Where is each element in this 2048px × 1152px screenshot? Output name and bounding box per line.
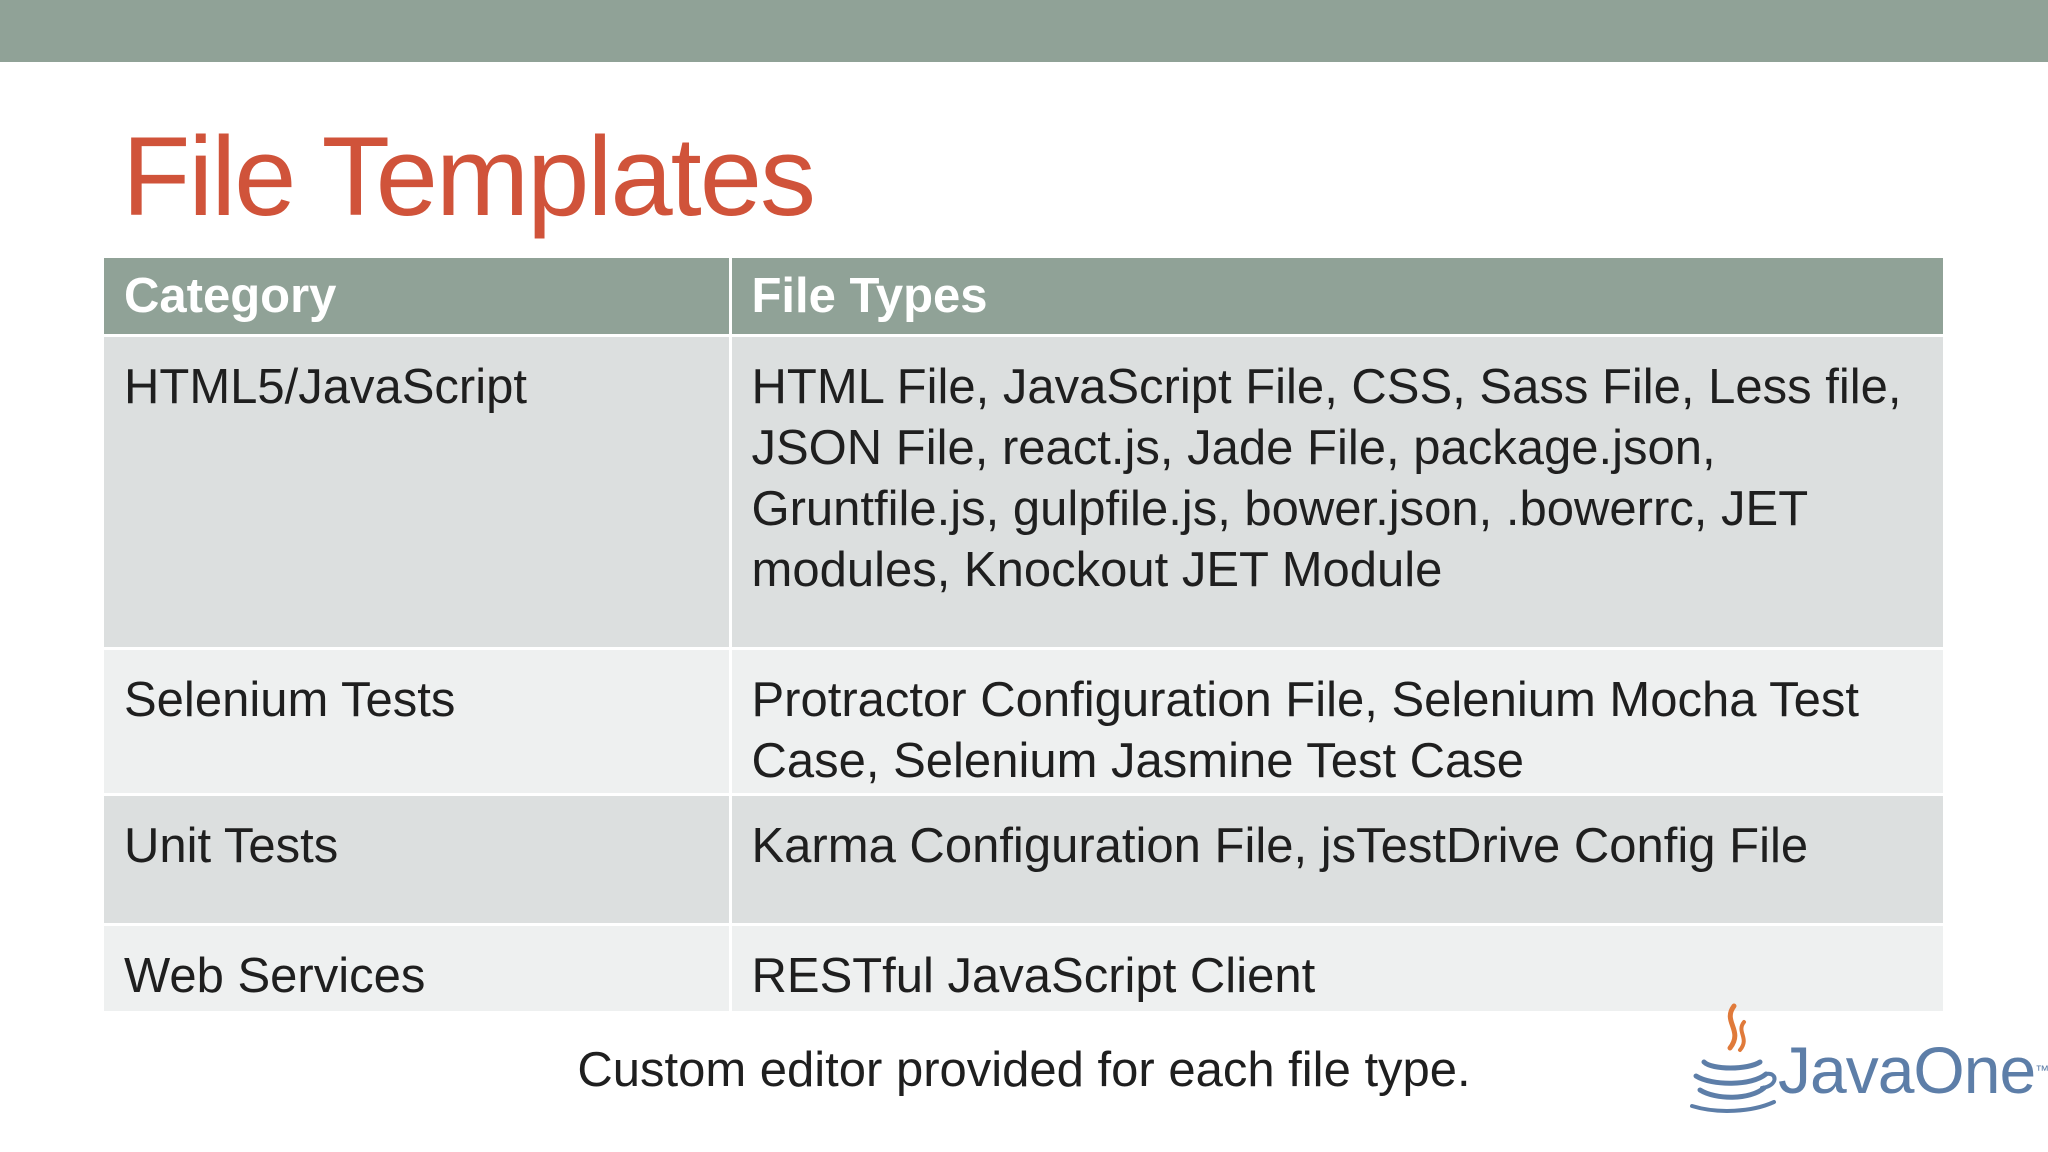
file-templates-table: Category File Types HTML5/JavaScript HTM… xyxy=(104,258,1946,1014)
table-header-row: Category File Types xyxy=(104,258,1946,337)
category-cell: Selenium Tests xyxy=(104,648,732,796)
file-types-cell: Protractor Configuration File, Selenium … xyxy=(730,648,1946,796)
category-cell: Unit Tests xyxy=(104,794,732,926)
table-row: Selenium Tests Protractor Configuration … xyxy=(104,648,1946,796)
file-types-cell: Karma Configuration File, jsTestDrive Co… xyxy=(730,794,1946,926)
file-types-cell: HTML File, JavaScript File, CSS, Sass Fi… xyxy=(730,335,1946,650)
header-file-types: File Types xyxy=(730,258,1946,337)
table-row: HTML5/JavaScript HTML File, JavaScript F… xyxy=(104,335,1946,650)
category-cell: HTML5/JavaScript xyxy=(104,335,732,650)
logo-text: JavaOne™ xyxy=(1778,1030,2048,1110)
javaone-logo: JavaOne™ xyxy=(1682,1000,2048,1120)
java-cup-icon xyxy=(1690,1003,1777,1113)
slide: File Templates Category File Types HTML5… xyxy=(0,0,2048,1152)
logo-trademark: ™ xyxy=(2035,1062,2048,1078)
logo-wordmark: JavaOne xyxy=(1778,1033,2036,1107)
slide-title: File Templates xyxy=(122,114,816,239)
table-row: Unit Tests Karma Configuration File, jsT… xyxy=(104,794,1946,926)
table-row: Web Services RESTful JavaScript Client xyxy=(104,924,1946,1014)
top-bar xyxy=(0,0,2048,62)
header-category: Category xyxy=(104,258,732,337)
category-cell: Web Services xyxy=(104,924,732,1014)
